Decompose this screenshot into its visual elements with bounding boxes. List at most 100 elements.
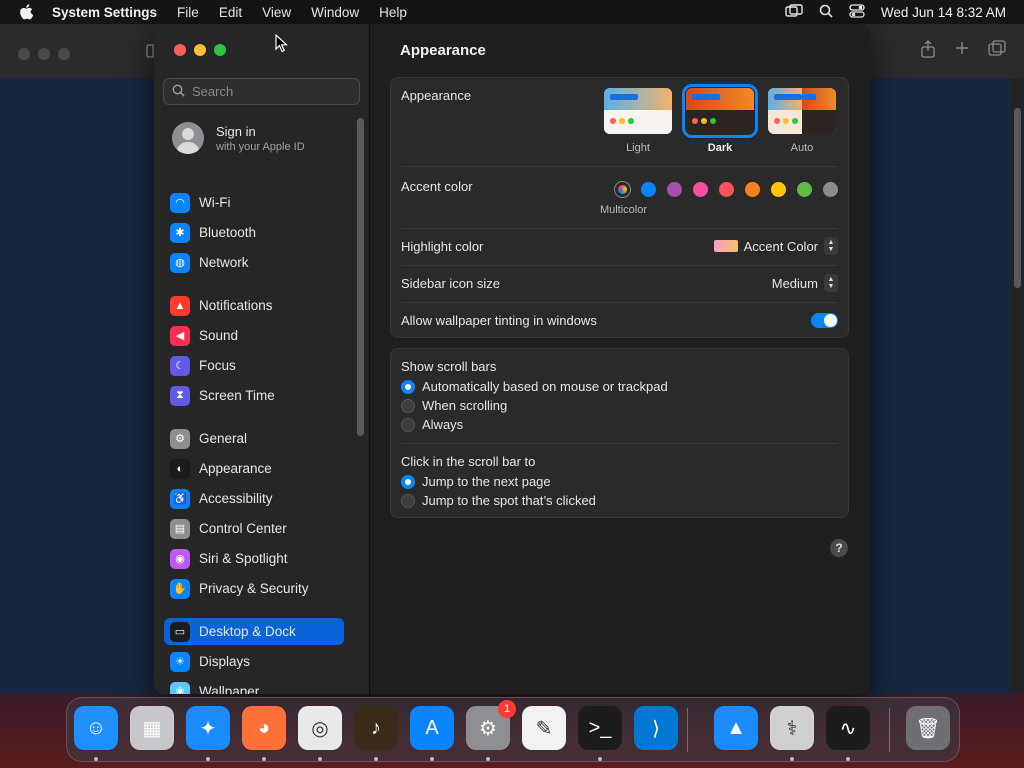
sidebar-item-notifications[interactable]: ▲ Notifications [164,292,344,319]
sidebar-item-appearance[interactable]: ◐ Appearance [164,455,344,482]
bluetooth-icon: ✱ [170,222,190,243]
activity-monitor-glyph: ∿ [839,717,857,740]
terminal-icon[interactable]: >_ [578,706,622,750]
hand-icon: ✋ [170,578,190,599]
browser-minimize-button[interactable] [38,47,50,60]
browser-scroll-thumb[interactable] [1014,108,1021,288]
accent-swatch-7[interactable] [797,182,812,197]
click-option-label: Jump to the next page [422,474,551,489]
apple-menu-icon[interactable] [0,4,52,20]
menu-bar: System Settings File Edit View Window He… [0,0,1024,24]
dock-separator [687,708,688,752]
accent-color-label: Accent color [401,179,473,194]
screen-mirroring-icon[interactable] [785,3,803,21]
spotlight-search-icon[interactable] [819,4,833,21]
sidebar-item-accessibility[interactable]: ♿ Accessibility [164,485,344,512]
firefox-icon[interactable]: ◕ [242,706,286,750]
tab-overview-icon[interactable] [988,40,1006,63]
sidebar-item-general[interactable]: ⚙ General [164,425,344,452]
sidebar-item-privacy-security[interactable]: ✋ Privacy & Security [164,575,344,602]
minimize-button[interactable] [194,44,206,56]
app-store-icon[interactable]: A [410,706,454,750]
siri-icon: ◉ [170,548,190,569]
sidebar-icon-size-popup[interactable]: Medium ▲ ▼ [772,274,838,292]
sidebar-item-bluetooth[interactable]: ✱ Bluetooth [164,219,344,246]
share-icon[interactable] [920,40,936,63]
click-option-label: Jump to the spot that’s clicked [422,493,596,508]
accent-swatch-2[interactable] [667,182,682,197]
trash-glyph: 🗑 [915,717,941,740]
accent-swatch-multicolor[interactable] [615,182,630,197]
click-option-spot-clicked[interactable]: Jump to the spot that’s clicked [401,493,596,508]
browser-close-button[interactable] [18,47,30,60]
sidebar-item-label: Control Center [199,521,287,536]
activity-monitor-icon[interactable]: ∿ [826,706,870,750]
menu-help[interactable]: Help [379,5,407,20]
accent-swatch-5[interactable] [745,182,760,197]
scroll-option-always[interactable]: Always [401,417,463,432]
trash-icon[interactable]: 🗑 [906,706,950,750]
appearance-option-auto[interactable] [768,88,836,134]
garageband-icon[interactable]: ♪ [354,706,398,750]
wallpaper-tinting-toggle[interactable] [811,313,838,328]
hourglass-icon: ⧗ [170,385,190,406]
click-option-next-page[interactable]: Jump to the next page [401,474,551,489]
keynote-icon[interactable]: ▲ [714,706,758,750]
menu-window[interactable]: Window [311,5,359,20]
menu-clock[interactable]: Wed Jun 14 8:32 AM [881,5,1006,20]
accent-swatch-8[interactable] [823,182,838,197]
sidebar-item-label: Appearance [199,461,272,476]
launchpad-glyph: ▦ [142,717,162,740]
terminal-glyph: >_ [588,716,612,739]
appearance-option-light[interactable] [604,88,672,134]
launchpad-icon[interactable]: ▦ [130,706,174,750]
sidebar-item-wi-fi[interactable]: ◠ Wi-Fi [164,189,344,216]
menu-view[interactable]: View [262,5,291,20]
scroll-option-automatic[interactable]: Automatically based on mouse or trackpad [401,379,668,394]
browser-scrollbar[interactable] [1010,78,1024,694]
sidebar-item-network[interactable]: ◍ Network [164,249,344,276]
control-center-icon[interactable] [849,3,865,21]
sidebar-item-siri-spotlight[interactable]: ◉ Siri & Spotlight [164,545,344,572]
vscode-icon[interactable]: ⟩ [634,706,678,750]
menu-file[interactable]: File [177,5,199,20]
finder-icon[interactable]: ☺ [74,706,118,750]
system-settings-icon[interactable]: ⚙ 1 [466,700,516,750]
dock-separator [889,708,890,752]
browser-zoom-button[interactable] [58,47,70,60]
safari-icon[interactable]: ✦ [186,706,230,750]
sidebar-scroll-thumb[interactable] [357,118,364,436]
accent-swatch-3[interactable] [693,182,708,197]
accent-swatch-6[interactable] [771,182,786,197]
menu-app-name[interactable]: System Settings [52,5,157,20]
sidebar-item-screen-time[interactable]: ⧗ Screen Time [164,382,344,409]
sidebar-item-desktop-dock[interactable]: ▭ Desktop & Dock [164,618,344,645]
appearance-option-dark[interactable] [682,84,758,138]
disk-utility-icon[interactable]: ⚕ [770,706,814,750]
highlight-color-popup[interactable]: Accent Color ▲ ▼ [713,237,838,255]
sidebar-item-control-center[interactable]: ▤ Control Center [164,515,344,542]
close-button[interactable] [174,44,186,56]
sidebar-item-label: Sound [199,328,239,343]
textedit-icon[interactable]: ✎ [522,706,566,750]
scroll-option-when-scrolling[interactable]: When scrolling [401,398,507,413]
sidebar-item-label: Wallpaper [199,684,260,694]
sidebar-item-displays[interactable]: ☀ Displays [164,648,344,675]
new-tab-icon[interactable] [954,40,970,63]
system-settings-glyph: ⚙ [479,717,497,740]
mouse-cursor-icon [275,34,289,53]
zoom-button[interactable] [214,44,226,56]
accent-swatch-1[interactable] [641,182,656,197]
chrome-icon[interactable]: ◎ [298,706,342,750]
menu-edit[interactable]: Edit [219,5,242,20]
sidebar-item-wallpaper[interactable]: ❀ Wallpaper [164,678,344,694]
help-button[interactable]: ? [830,539,848,557]
search-field[interactable]: Search [163,78,360,105]
apple-id-signin[interactable]: Sign in with your Apple ID [172,122,305,154]
sidebar-item-sound[interactable]: ◀ Sound [164,322,344,349]
accent-swatch-4[interactable] [719,182,734,197]
sidebar-item-focus[interactable]: ☾ Focus [164,352,344,379]
sidebar-icon-size-label: Sidebar icon size [401,276,500,291]
highlight-swatch [713,240,738,252]
sidebar-icon-size-value: Medium [771,275,818,291]
